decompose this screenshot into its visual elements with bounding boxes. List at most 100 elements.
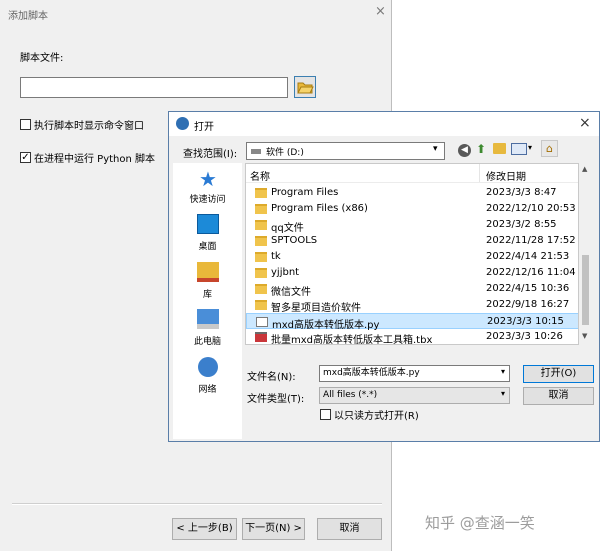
file-name: Program Files <box>271 187 339 198</box>
dialog-title: 添加脚本 <box>8 11 48 22</box>
header-divider <box>246 182 578 183</box>
file-name: 智多星项目造价软件 <box>271 303 361 314</box>
file-name: yjjbnt <box>271 267 300 278</box>
home-icon[interactable]: ⌂ <box>541 140 558 157</box>
prev-button[interactable]: < 上一步(B) <box>172 518 237 540</box>
show-cmd-label: 执行脚本时显示命令窗口 <box>34 121 144 132</box>
scroll-down-icon[interactable]: ▼ <box>582 332 587 340</box>
list-item[interactable]: Program Files (x86) 2022/12/10 20:53 <box>246 201 578 217</box>
open-button[interactable]: 打开(O) <box>523 365 594 383</box>
list-item[interactable]: 微信文件 2022/4/15 10:36 <box>246 281 578 298</box>
file-name: SPTOOLS <box>271 235 318 246</box>
folder-icon <box>255 300 267 310</box>
list-item[interactable]: tk 2022/4/14 21:53 <box>246 249 578 265</box>
list-item[interactable]: 智多星项目造价软件 2022/9/18 16:27 <box>246 297 578 314</box>
read-only-label: 以只读方式打开(R) <box>334 411 419 422</box>
view-menu-icon[interactable] <box>511 143 527 155</box>
file-date: 2022/11/28 17:52 <box>486 235 576 246</box>
separator <box>12 503 382 505</box>
scroll-thumb[interactable] <box>582 255 589 325</box>
place-this-pc[interactable]: 此电脑 <box>173 334 242 347</box>
file-name-input[interactable]: mxd高版本转低版本.py <box>319 365 510 382</box>
open-file-dialog: 打开 × 查找范围(I): 软件 (D:) ▾ ◀ ⬆ ▾ ⌂ ★ 快速访问 桌… <box>168 111 600 442</box>
places-bar: ★ 快速访问 桌面 库 此电脑 网络 <box>173 163 242 439</box>
list-item[interactable]: SPTOOLS 2022/11/28 17:52 <box>246 233 578 249</box>
place-quick-access[interactable]: 快速访问 <box>173 192 242 205</box>
in-process-label: 在进程中运行 Python 脚本 <box>34 154 156 165</box>
in-process-checkbox[interactable]: ✓ <box>20 152 31 163</box>
drive-icon <box>251 149 261 154</box>
list-item[interactable]: qq文件 2023/3/2 8:55 <box>246 217 578 234</box>
library-icon[interactable] <box>197 262 219 282</box>
file-date: 2023/3/3 10:26 <box>486 331 563 342</box>
close-icon[interactable]: × <box>579 115 591 131</box>
dialog-title: 打开 <box>194 122 214 133</box>
folder-icon <box>255 204 267 214</box>
file-date: 2022/12/16 11:04 <box>486 267 576 278</box>
file-type-select[interactable]: All files (*.*) <box>319 387 510 404</box>
file-name: qq文件 <box>271 223 304 234</box>
column-header-name[interactable]: 名称 <box>250 168 270 183</box>
file-name-label: 文件名(N): <box>247 372 296 383</box>
chevron-down-icon: ▾ <box>433 144 438 154</box>
file-name: 批量mxd高版本转低版本工具箱.tbx <box>271 335 433 345</box>
desktop-icon[interactable] <box>197 214 219 234</box>
network-icon[interactable] <box>198 357 218 377</box>
file-date: 2022/4/15 10:36 <box>486 283 570 294</box>
folder-icon <box>255 268 267 278</box>
place-network[interactable]: 网络 <box>173 382 242 395</box>
up-folder-icon[interactable]: ⬆ <box>476 142 486 156</box>
chevron-down-icon[interactable]: ▾ <box>501 367 505 376</box>
star-icon[interactable]: ★ <box>197 169 219 189</box>
place-desktop[interactable]: 桌面 <box>173 239 242 252</box>
file-name: 微信文件 <box>271 287 311 298</box>
toolbox-icon <box>255 332 267 342</box>
watermark: 知乎 @查涵一笑 <box>425 514 535 532</box>
folder-icon <box>255 252 267 262</box>
vertical-scrollbar[interactable]: ▲ ▼ <box>579 163 592 345</box>
list-item-selected[interactable]: mxd高版本转低版本.py 2023/3/3 10:15 <box>246 313 578 331</box>
folder-icon <box>255 220 267 230</box>
cancel-button[interactable]: 取消 <box>523 387 594 405</box>
python-file-icon <box>256 317 268 327</box>
file-date: 2023/3/3 10:15 <box>487 316 564 327</box>
read-only-checkbox[interactable] <box>320 409 331 420</box>
title-bar: 打开 × <box>169 112 599 136</box>
column-header-date[interactable]: 修改日期 <box>486 168 526 183</box>
folder-icon <box>255 284 267 294</box>
list-item[interactable]: 批量mxd高版本转低版本工具箱.tbx 2023/3/3 10:26 <box>246 329 578 345</box>
list-item[interactable]: Program Files 2023/3/3 8:47 <box>246 185 578 201</box>
file-date: 2023/3/2 8:55 <box>486 219 557 230</box>
back-icon[interactable]: ◀ <box>458 144 471 157</box>
open-folder-icon <box>297 82 314 94</box>
chevron-down-icon[interactable]: ▾ <box>501 389 505 398</box>
file-name: Program Files (x86) <box>271 203 368 214</box>
cancel-button[interactable]: 取消 <box>317 518 382 540</box>
folder-icon <box>255 188 267 198</box>
look-in-dropdown[interactable]: 软件 (D:) ▾ <box>246 142 445 160</box>
file-type-label: 文件类型(T): <box>247 394 305 405</box>
chevron-down-icon[interactable]: ▾ <box>528 143 532 152</box>
file-date: 2022/12/10 20:53 <box>486 203 576 214</box>
look-in-label: 查找范围(I): <box>183 149 238 160</box>
scroll-up-icon[interactable]: ▲ <box>582 165 587 173</box>
list-item[interactable]: yjjbnt 2022/12/16 11:04 <box>246 265 578 281</box>
file-name: tk <box>271 251 281 262</box>
script-file-label: 脚本文件: <box>20 53 64 64</box>
file-date: 2023/3/3 8:47 <box>486 187 557 198</box>
app-icon <box>176 117 189 130</box>
folder-icon <box>255 236 267 246</box>
script-path-input[interactable] <box>20 77 288 98</box>
place-library[interactable]: 库 <box>173 287 242 300</box>
next-button[interactable]: 下一页(N) > <box>242 518 305 540</box>
close-icon[interactable]: × <box>375 4 386 19</box>
file-list[interactable]: 名称 修改日期 Program Files 2023/3/3 8:47 Prog… <box>245 163 579 345</box>
column-divider[interactable] <box>479 164 480 182</box>
browse-button[interactable] <box>294 76 316 98</box>
file-date: 2022/4/14 21:53 <box>486 251 570 262</box>
show-cmd-checkbox[interactable] <box>20 119 31 130</box>
file-date: 2022/9/18 16:27 <box>486 299 570 310</box>
computer-icon[interactable] <box>197 309 219 329</box>
look-in-value: 软件 (D:) <box>266 148 304 158</box>
new-folder-icon[interactable] <box>493 143 506 154</box>
